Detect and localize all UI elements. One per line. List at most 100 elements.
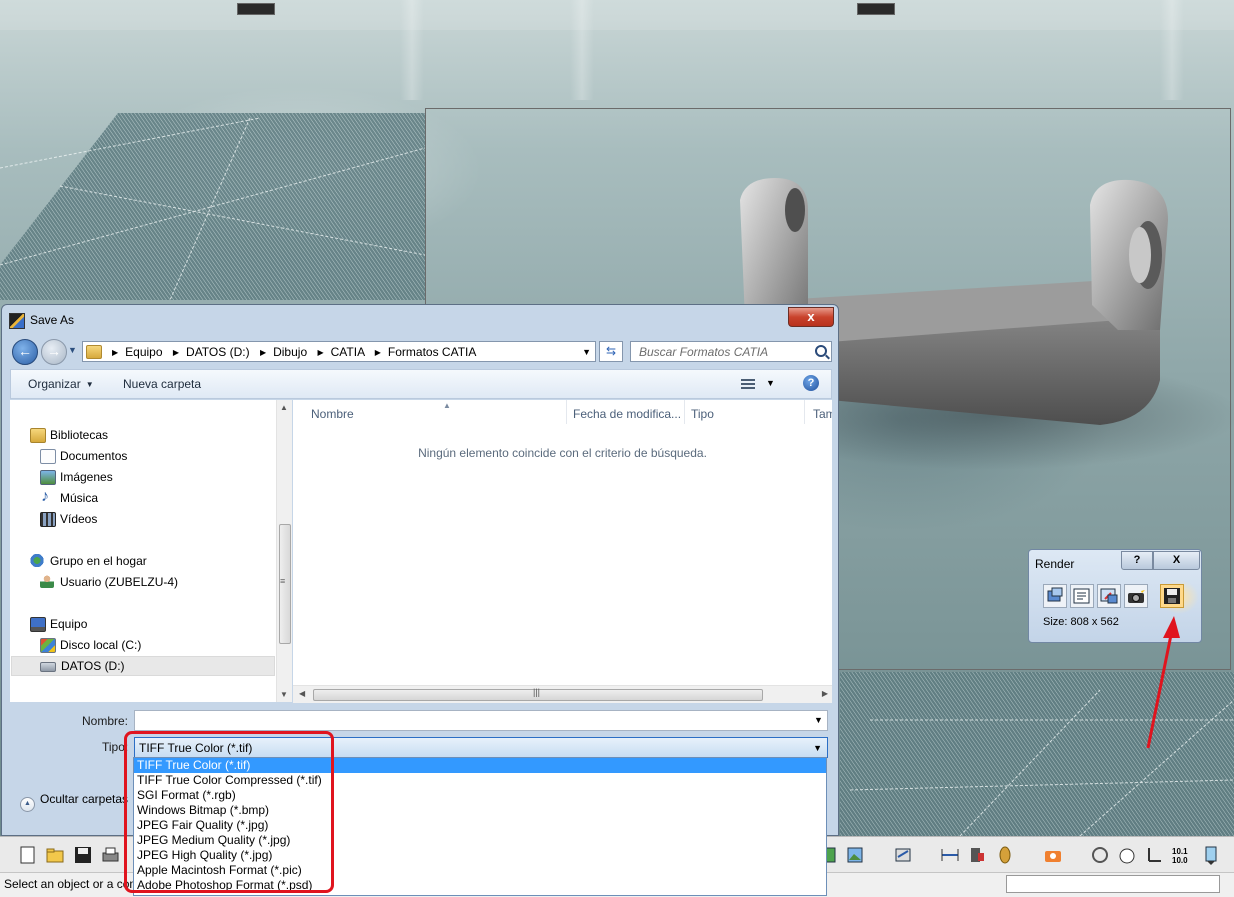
nav-item-label: Grupo en el hogar [50,554,147,568]
views-icon[interactable] [741,379,755,390]
more-tools-icon[interactable] [1202,845,1222,865]
breadcrumb-item[interactable]: Equipo [125,345,162,359]
render-icon[interactable] [1043,584,1067,608]
save-render-icon[interactable] [1160,584,1184,608]
nav-item-label: Vídeos [60,512,98,526]
image-icon[interactable] [845,845,865,865]
search-input[interactable] [631,342,815,361]
scroll-left-icon[interactable]: ◀ [299,689,305,698]
scroll-up-icon[interactable]: ▲ [280,403,288,412]
pan-hand-icon[interactable] [1117,845,1137,865]
nav-scrollbar[interactable]: ▲ ≡ ▼ [276,400,292,702]
nav-item-datos[interactable]: DATOS (D:) [11,656,275,676]
command-input[interactable] [1006,875,1220,893]
empty-message: Ningún elemento coincide con el criterio… [418,446,707,460]
column-header-size[interactable]: Tam [807,400,832,424]
file-type-option[interactable]: Adobe Photoshop Format (*.psd) [134,878,826,893]
breadcrumb-item[interactable]: Dibujo [273,345,307,359]
open-file-icon[interactable] [45,845,65,865]
organize-menu[interactable]: Organizar ▼ [28,377,94,391]
help-icon[interactable]: ? [803,375,819,391]
file-type-option[interactable]: SGI Format (*.rgb) [134,788,826,803]
refresh-button[interactable]: ⇆ [599,341,623,362]
close-button[interactable]: X [1153,551,1200,570]
command-bar: Organizar ▼ Nueva carpeta ▼ ? [10,369,832,399]
breadcrumb-item[interactable]: CATIA [331,345,365,359]
render-window-icon[interactable] [1097,584,1121,608]
column-header-type[interactable]: Tipo [685,400,805,424]
file-type-option[interactable]: TIFF True Color (*.tif) [134,758,826,773]
videos-icon [40,512,56,527]
recent-locations-dropdown[interactable]: ▼ [68,345,77,355]
chevron-right-icon: ▶ [172,348,180,357]
navigation-pane: Bibliotecas Documentos Imágenes Música V… [10,400,292,702]
scroll-right-icon[interactable]: ▶ [822,689,828,698]
column-header-name[interactable]: Nombre ▲ [305,400,567,424]
organize-label: Organizar [28,377,81,391]
save-icon[interactable] [73,845,93,865]
chevron-down-icon: ▼ [85,380,94,389]
address-dropdown-icon[interactable]: ▼ [582,347,591,357]
chevron-down-icon: ▼ [813,743,822,753]
forward-arrow-icon[interactable]: → [41,339,67,365]
scroll-down-icon[interactable]: ▼ [280,690,288,699]
file-list[interactable]: Nombre ▲ Fecha de modifica... Tipo Tam Ni… [293,400,832,702]
render-panel-title: Render [1035,557,1075,571]
hide-folders-label: Ocultar carpetas [40,792,129,806]
file-type-option[interactable]: JPEG Fair Quality (*.jpg) [134,818,826,833]
breadcrumb-item[interactable]: DATOS (D:) [186,345,250,359]
chevron-right-icon: ▶ [259,348,267,357]
new-file-icon[interactable] [18,845,38,865]
measure-inertia-icon[interactable] [967,845,987,865]
hscroll-grip-icon: ||| [533,687,541,697]
file-type-option[interactable]: Windows Bitmap (*.bmp) [134,803,826,818]
file-type-select[interactable]: TIFF True Color (*.tif) ▼ [134,737,828,758]
new-folder-button[interactable]: Nueva carpeta [123,377,201,391]
axis-icon[interactable] [1145,845,1165,865]
render-shooting-icon[interactable] [1124,584,1148,608]
dialog-title: Save As [30,313,75,327]
back-arrow-icon[interactable]: ← [12,339,38,365]
search-box [630,341,832,362]
measure-tool-icon[interactable] [893,845,913,865]
catia-app-icon [9,313,25,329]
file-type-option[interactable]: TIFF True Color Compressed (*.tif) [134,773,826,788]
filename-field[interactable] [134,710,828,731]
file-type-options-list: TIFF True Color (*.tif) TIFF True Color … [133,757,827,896]
type-label: Tipo: [102,740,129,754]
nav-item-label: Imágenes [60,470,113,484]
capture-icon[interactable] [1043,845,1063,865]
nav-item-label: Equipo [50,617,88,631]
render-options-icon[interactable] [1070,584,1094,608]
help-button[interactable]: ? [1121,551,1153,570]
rotate-view-icon[interactable] [1090,845,1110,865]
drive-icon [40,662,56,672]
close-button[interactable]: x [788,307,834,327]
address-bar[interactable]: ▶ Equipo ▶ DATOS (D:) ▶ Dibujo ▶ CATIA ▶ Form… [82,341,596,362]
column-label: Nombre [311,407,354,421]
units-icon[interactable]: 10.110.0 [1172,845,1192,865]
svg-text:10.1: 10.1 [1172,847,1188,856]
user-icon [40,575,54,588]
hide-folders-toggle[interactable]: ▲ Ocultar carpetas [20,792,128,812]
nav-item-label: Documentos [60,449,128,463]
sort-up-icon: ▲ [443,401,451,410]
filename-dropdown-icon[interactable]: ▼ [814,715,823,725]
search-icon[interactable] [815,345,827,357]
breadcrumb-item[interactable]: Formatos CATIA [388,345,476,359]
dialog-titlebar[interactable]: Save As x [2,305,838,333]
apply-material-icon[interactable] [995,845,1015,865]
file-type-option[interactable]: JPEG Medium Quality (*.jpg) [134,833,826,848]
chevron-right-icon: ▶ [112,348,119,357]
column-header-date[interactable]: Fecha de modifica... [567,400,685,424]
file-type-option[interactable]: Apple Macintosh Format (*.pic) [134,863,826,878]
views-dropdown-icon[interactable]: ▼ [766,378,775,388]
print-icon[interactable] [100,845,120,865]
file-type-option[interactable]: JPEG High Quality (*.jpg) [134,848,826,863]
nav-item-label: Usuario (ZUBELZU-4) [60,575,179,589]
horizontal-scrollbar[interactable]: ◀ ||| ▶ [293,685,832,703]
measure-between-icon[interactable] [940,845,960,865]
nav-item-label: Disco local (C:) [60,638,142,652]
nav-item-label: DATOS (D:) [61,659,125,673]
filename-label: Nombre: [82,714,129,728]
